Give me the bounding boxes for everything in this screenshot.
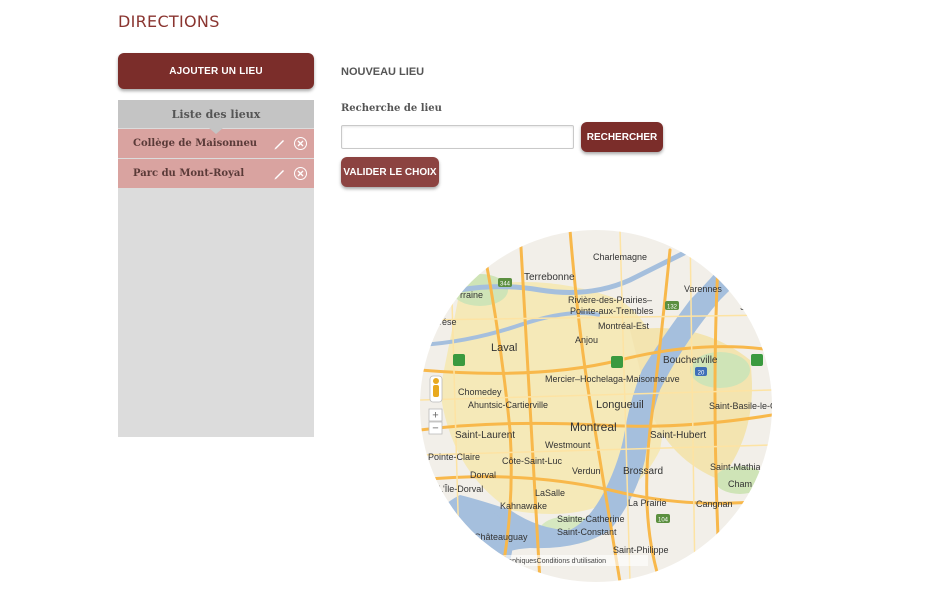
list-item[interactable]: Parc du Mont-Royal <box>118 159 314 188</box>
street-view-pegman-icon[interactable] <box>429 375 443 403</box>
search-button[interactable]: RECHERCHER <box>581 122 663 152</box>
map-place-label: Saint-Laurent <box>455 430 515 441</box>
page-title: DIRECTIONS <box>118 12 220 31</box>
map-attribution[interactable]: graphiquesConditions d'utilisation <box>502 558 606 565</box>
map-place-label: Chomedey <box>458 387 502 397</box>
map-place-label: L'Île-Dorval <box>438 484 483 494</box>
map-place-label: Boucherville <box>663 355 718 366</box>
road-shield-icon: 344 <box>498 278 512 288</box>
zoom-in-button[interactable]: + <box>428 408 443 422</box>
road-shield-icon: 104 <box>656 514 670 524</box>
map-place-label: Montreal <box>570 420 617 434</box>
map-place-label: Montréal-Est <box>598 321 650 331</box>
map-place-label: Saint-A <box>740 302 770 312</box>
map-place-label: Saint-Basile-le-G <box>709 401 772 411</box>
map-place-label: Brossard <box>623 466 663 477</box>
road-shield-label: 20 <box>698 371 705 377</box>
road-shield-label: 104 <box>658 518 669 524</box>
map-place-label: Châteauguay <box>474 532 528 542</box>
map-marker-icon[interactable] <box>611 356 623 368</box>
zoom-in-label: + <box>432 410 438 422</box>
validate-choice-button[interactable]: VALIDER LE CHOIX <box>341 157 439 187</box>
map-place-label: Pointe-aux-Trembles <box>570 306 654 316</box>
map-place-label: Cangnan <box>696 499 733 509</box>
road-shield-label: 344 <box>500 282 511 288</box>
edit-icon[interactable] <box>273 167 286 180</box>
map-place-label: LaSalle <box>535 488 565 498</box>
map-place-label: Pointe-Claire <box>428 452 480 462</box>
edit-icon[interactable] <box>273 137 286 150</box>
map-place-label: Longueuil <box>596 399 644 411</box>
map-place-label: erése <box>434 317 457 327</box>
map-marker-icon[interactable] <box>751 354 763 366</box>
road-shield-label: 132 <box>667 305 678 311</box>
places-list-header: Liste des lieux <box>118 100 314 134</box>
delete-icon[interactable] <box>294 137 307 150</box>
road-shield-icon: 132 <box>665 301 679 311</box>
add-place-button[interactable]: AJOUTER UN LIEU <box>118 53 314 89</box>
map-place-label: Côte-Saint-Luc <box>502 456 563 466</box>
list-item-label: Parc du Mont-Royal <box>133 168 245 179</box>
map-place-label: Kahnawake <box>500 501 547 511</box>
search-label: Recherche de lieu <box>341 103 442 114</box>
zoom-out-button[interactable]: − <box>428 421 443 435</box>
map-place-label: Saint-Mathia <box>710 462 761 472</box>
road-shield-icon: 20 <box>695 367 707 377</box>
map-place-label: Saint-Hubert <box>650 430 706 441</box>
map-place-label: Dorval <box>470 470 496 480</box>
map-place-label: Laval <box>491 342 517 354</box>
map-place-label: Anjou <box>575 335 598 345</box>
map-place-label: Westmount <box>545 440 591 450</box>
map-place-label: Verdun <box>572 466 601 476</box>
header-pointer-icon <box>209 128 223 134</box>
map-place-label: Cham <box>728 479 752 489</box>
map-place-label: Saint-Constant <box>557 527 617 537</box>
map-place-label: Saint-Philippe <box>613 545 669 555</box>
map-place-label: Sainte-Catherine <box>557 514 625 524</box>
map-place-label: Varennes <box>684 284 722 294</box>
places-list-header-label: Liste des lieux <box>171 107 261 121</box>
map-place-label: Rivière-des-Prairies– <box>568 295 652 305</box>
map-place-label: Terrebonne <box>524 272 575 283</box>
places-list-panel: Liste des lieux Collège de Maisonneuv...… <box>118 100 314 437</box>
search-input[interactable] <box>341 125 574 149</box>
zoom-out-label: − <box>432 423 438 435</box>
new-place-title: NOUVEAU LIEU <box>341 66 425 78</box>
map-place-label: Mercier–Hochelaga-Maisonneuve <box>545 374 680 384</box>
map-marker-icon[interactable] <box>453 354 465 366</box>
map-place-label: Charlemagne <box>593 252 647 262</box>
map-place-label: La Prairie <box>628 498 667 508</box>
map-canvas[interactable]: 344 132 20 104 Charlemagne Terrebonne Ri… <box>420 230 772 582</box>
map-place-label: rraine <box>460 290 483 300</box>
map-place-label: Ahuntsic-Cartierville <box>468 400 548 410</box>
delete-icon[interactable] <box>294 167 307 180</box>
list-item-label: Collège de Maisonneuv... <box>133 138 257 149</box>
map[interactable]: 344 132 20 104 Charlemagne Terrebonne Ri… <box>420 230 772 582</box>
